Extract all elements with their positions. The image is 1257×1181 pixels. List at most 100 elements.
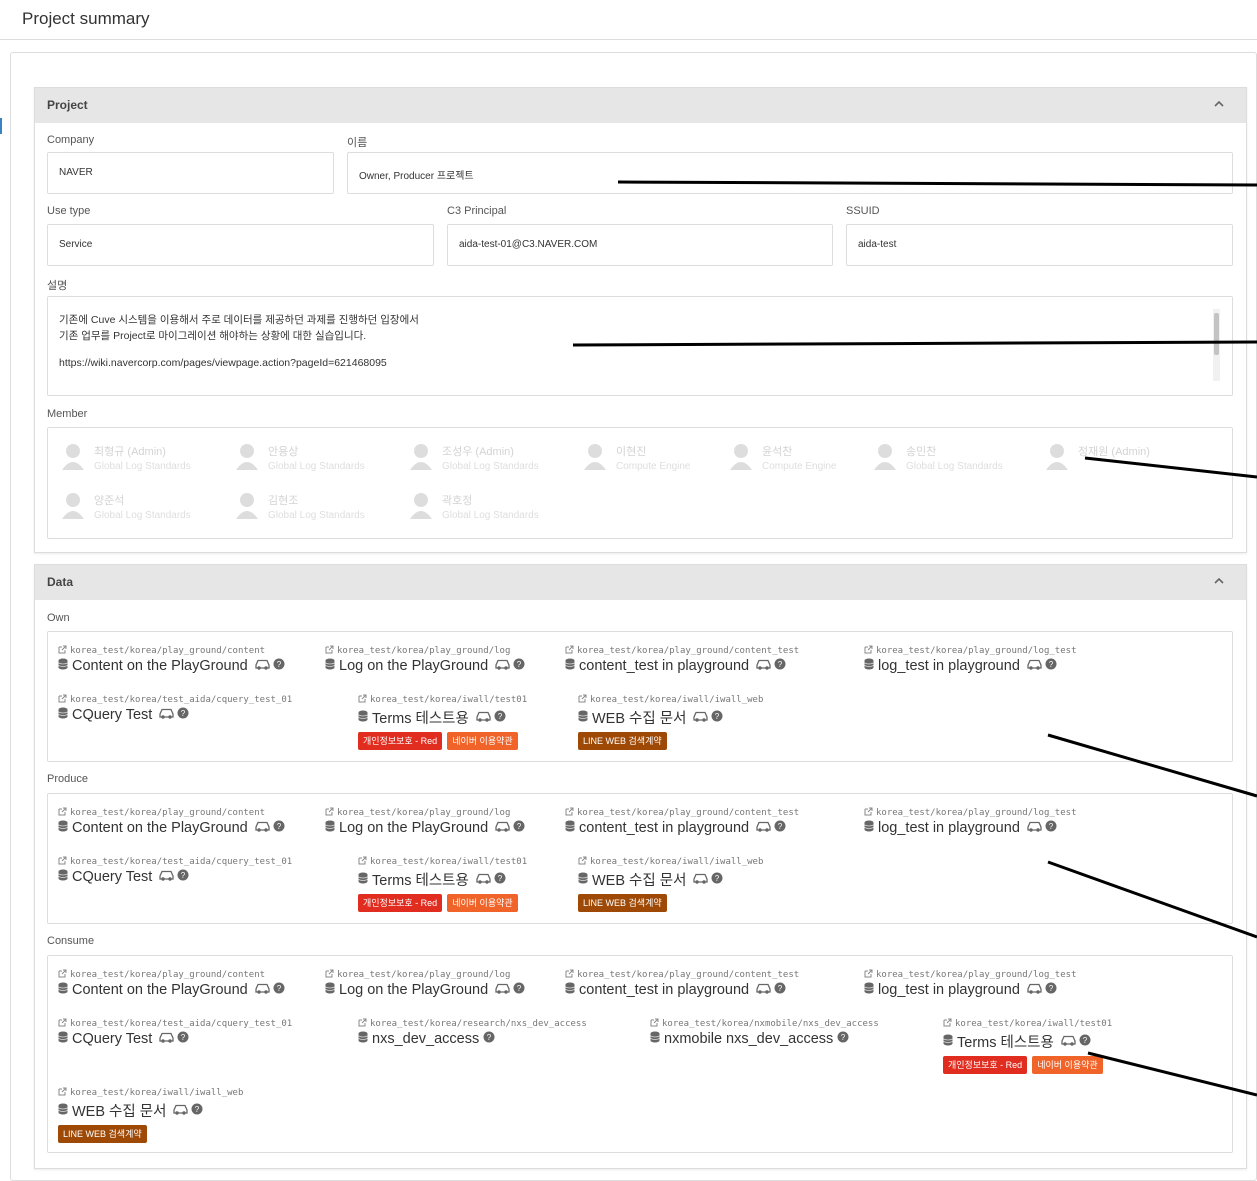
help-icon[interactable]: ?: [1079, 1034, 1091, 1050]
dataset-name[interactable]: WEB 수집 문서: [592, 869, 686, 890]
dataset-path-link[interactable]: korea_test/korea/test_aida/cquery_test_0…: [58, 694, 292, 705]
help-icon[interactable]: ?: [1045, 820, 1057, 836]
member-item[interactable]: 정재원 (Admin): [1044, 437, 1214, 479]
car-icon[interactable]: [475, 710, 492, 726]
help-icon[interactable]: ?: [774, 982, 786, 998]
car-icon[interactable]: [1060, 1034, 1077, 1050]
dataset-name[interactable]: WEB 수집 문서: [72, 1100, 166, 1121]
policy-tag[interactable]: 네이버 이용약관: [1032, 1056, 1103, 1074]
dataset-name[interactable]: CQuery Test: [72, 869, 152, 885]
policy-tag[interactable]: 개인정보보호 - Red: [943, 1056, 1028, 1074]
dataset-name[interactable]: Terms 테스트용: [957, 1031, 1054, 1052]
help-icon[interactable]: ?: [273, 820, 285, 836]
dataset-name[interactable]: Log on the PlayGround: [339, 658, 488, 674]
dataset-path-link[interactable]: korea_test/korea/nxmobile/nxs_dev_access: [650, 1018, 879, 1029]
help-icon[interactable]: ?: [513, 820, 525, 836]
member-item[interactable]: 최형규 (Admin) Global Log Standards: [60, 437, 230, 479]
dataset-name[interactable]: nxs_dev_access: [372, 1031, 479, 1047]
car-icon[interactable]: [494, 658, 511, 674]
dataset-name[interactable]: log_test in playground: [878, 658, 1020, 674]
dataset-name[interactable]: Content on the PlayGround: [72, 820, 248, 836]
chevron-up-icon[interactable]: [1212, 97, 1226, 111]
help-icon[interactable]: ?: [1045, 982, 1057, 998]
car-icon[interactable]: [158, 707, 175, 723]
car-icon[interactable]: [755, 820, 772, 836]
dataset-path-link[interactable]: korea_test/korea/play_ground/log_test: [864, 969, 1076, 980]
help-icon[interactable]: ?: [1045, 658, 1057, 674]
dataset-name[interactable]: Log on the PlayGround: [339, 820, 488, 836]
policy-tag[interactable]: LINE WEB 검색계약: [578, 732, 667, 750]
car-icon[interactable]: [1026, 658, 1043, 674]
dataset-path-link[interactable]: korea_test/korea/play_ground/content: [58, 969, 265, 980]
dataset-name[interactable]: nxmobile nxs_dev_access: [664, 1031, 833, 1047]
car-icon[interactable]: [692, 710, 709, 726]
dataset-path-link[interactable]: korea_test/korea/play_ground/content: [58, 807, 265, 818]
description-textarea[interactable]: 기존에 Cuve 시스템을 이용해서 주로 데이터를 제공하던 과제를 진행하던…: [47, 296, 1233, 396]
dataset-path-link[interactable]: korea_test/korea/play_ground/log_test: [864, 807, 1076, 818]
policy-tag[interactable]: 개인정보보호 - Red: [358, 894, 443, 912]
dataset-path-link[interactable]: korea_test/korea/research/nxs_dev_access: [358, 1018, 587, 1029]
help-icon[interactable]: ?: [837, 1031, 849, 1047]
car-icon[interactable]: [494, 820, 511, 836]
dataset-name[interactable]: Log on the PlayGround: [339, 982, 488, 998]
dataset-path-link[interactable]: korea_test/korea/play_ground/content_tes…: [565, 807, 799, 818]
help-icon[interactable]: ?: [711, 710, 723, 726]
dataset-path-link[interactable]: korea_test/korea/iwall/test01: [358, 856, 527, 867]
policy-tag[interactable]: 네이버 이용약관: [447, 732, 518, 750]
dataset-path-link[interactable]: korea_test/korea/iwall/test01: [943, 1018, 1112, 1029]
dataset-name[interactable]: log_test in playground: [878, 982, 1020, 998]
help-icon[interactable]: ?: [177, 869, 189, 885]
member-item[interactable]: 곽호정 Global Log Standards: [408, 486, 578, 528]
car-icon[interactable]: [1026, 820, 1043, 836]
car-icon[interactable]: [755, 982, 772, 998]
dataset-name[interactable]: content_test in playground: [579, 658, 749, 674]
policy-tag[interactable]: 개인정보보호 - Red: [358, 732, 443, 750]
dataset-path-link[interactable]: korea_test/korea/play_ground/content_tes…: [565, 645, 799, 656]
dataset-name[interactable]: CQuery Test: [72, 707, 152, 723]
help-icon[interactable]: ?: [191, 1103, 203, 1119]
dataset-name[interactable]: Terms 테스트용: [372, 707, 469, 728]
help-icon[interactable]: ?: [513, 658, 525, 674]
member-item[interactable]: 조성우 (Admin) Global Log Standards: [408, 437, 578, 479]
car-icon[interactable]: [692, 872, 709, 888]
car-icon[interactable]: [254, 982, 271, 998]
help-icon[interactable]: ?: [774, 658, 786, 674]
car-icon[interactable]: [158, 869, 175, 885]
company-field[interactable]: NAVER: [47, 152, 334, 194]
dataset-name[interactable]: Content on the PlayGround: [72, 658, 248, 674]
dataset-path-link[interactable]: korea_test/korea/play_ground/log: [325, 807, 510, 818]
dataset-path-link[interactable]: korea_test/korea/play_ground/content: [58, 645, 265, 656]
car-icon[interactable]: [475, 872, 492, 888]
dataset-path-link[interactable]: korea_test/korea/iwall/iwall_web: [578, 856, 763, 867]
dataset-name[interactable]: WEB 수집 문서: [592, 707, 686, 728]
member-item[interactable]: 김현조 Global Log Standards: [234, 486, 404, 528]
help-icon[interactable]: ?: [774, 820, 786, 836]
data-panel-header[interactable]: Data: [35, 565, 1246, 600]
dataset-name[interactable]: log_test in playground: [878, 820, 1020, 836]
dataset-path-link[interactable]: korea_test/korea/iwall/test01: [358, 694, 527, 705]
help-icon[interactable]: ?: [513, 982, 525, 998]
help-icon[interactable]: ?: [494, 872, 506, 888]
dataset-path-link[interactable]: korea_test/korea/iwall/iwall_web: [578, 694, 763, 705]
car-icon[interactable]: [254, 820, 271, 836]
policy-tag[interactable]: LINE WEB 검색계약: [58, 1125, 147, 1143]
dataset-path-link[interactable]: korea_test/korea/play_ground/log_test: [864, 645, 1076, 656]
car-icon[interactable]: [1026, 982, 1043, 998]
dataset-path-link[interactable]: korea_test/korea/play_ground/content_tes…: [565, 969, 799, 980]
help-icon[interactable]: ?: [177, 707, 189, 723]
dataset-name[interactable]: Content on the PlayGround: [72, 982, 248, 998]
description-scrollbar[interactable]: [1213, 309, 1220, 381]
help-icon[interactable]: ?: [494, 710, 506, 726]
help-icon[interactable]: ?: [273, 658, 285, 674]
ssuid-field[interactable]: aida-test: [846, 224, 1233, 266]
dataset-path-link[interactable]: korea_test/korea/test_aida/cquery_test_0…: [58, 1018, 292, 1029]
dataset-name[interactable]: Terms 테스트용: [372, 869, 469, 890]
dataset-name[interactable]: content_test in playground: [579, 820, 749, 836]
member-item[interactable]: 송민찬 Global Log Standards: [872, 437, 1042, 479]
car-icon[interactable]: [755, 658, 772, 674]
help-icon[interactable]: ?: [177, 1031, 189, 1047]
car-icon[interactable]: [494, 982, 511, 998]
car-icon[interactable]: [172, 1103, 189, 1119]
help-icon[interactable]: ?: [483, 1031, 495, 1047]
principal-field[interactable]: aida-test-01@C3.NAVER.COM: [447, 224, 833, 266]
